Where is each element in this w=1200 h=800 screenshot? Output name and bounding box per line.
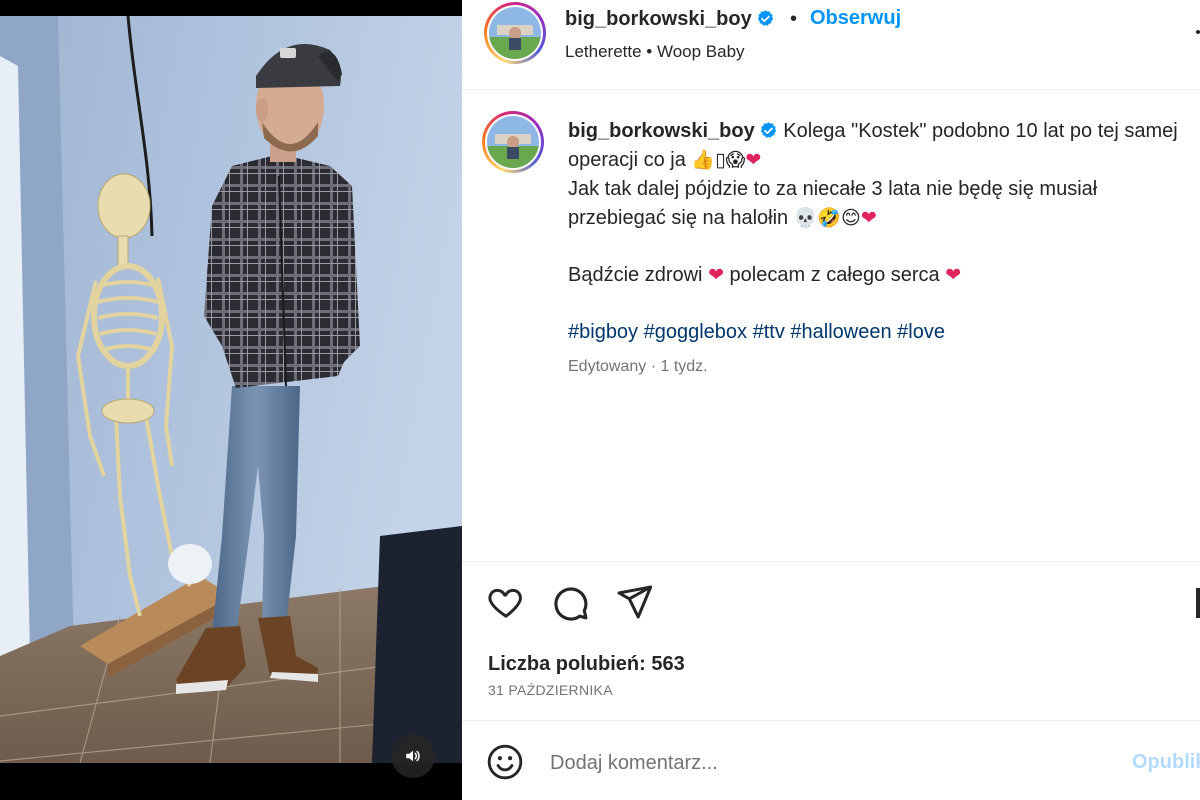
- more-options-icon[interactable]: [1192, 22, 1200, 42]
- paper-plane-icon[interactable]: [614, 582, 654, 622]
- post-actions: Liczba polubień: 563 31 PAŹDZIERNIKA: [462, 561, 1200, 721]
- post-date: 31 PAŹDZIERNIKA: [488, 682, 613, 698]
- caption-text-line-3a: Bądźcie zdrowi: [568, 264, 709, 286]
- comment-bar: Opublikuj: [462, 720, 1200, 800]
- caption-text-line-3b: polecam z całego serca: [723, 264, 946, 286]
- caption-author-avatar[interactable]: [482, 111, 544, 173]
- heart-emoji: ❤: [945, 264, 962, 286]
- post-media[interactable]: [0, 0, 462, 800]
- caption-paragraph-3: Bądźcie zdrowi ❤ polecam z całego serca …: [568, 261, 1188, 290]
- post-header: big_borkowski_boy • Obserwuj Letherette …: [462, 0, 1200, 90]
- follow-button[interactable]: Obserwuj: [810, 7, 901, 30]
- caption-emoji-group-2: 💀🤣😊: [793, 207, 861, 229]
- caption-meta: Edytowany · 1 tydz.: [568, 358, 708, 375]
- separator-dot: •: [790, 8, 798, 30]
- caption-hashtags[interactable]: #bigboy #gogglebox #ttv #halloween #love: [568, 318, 1188, 347]
- media-bottom-bar: [0, 763, 462, 800]
- caption-emoji-group-1: 👍▯😱: [691, 149, 746, 171]
- comment-input[interactable]: [550, 745, 1110, 781]
- caption-username[interactable]: big_borkowski_boy: [568, 120, 755, 142]
- smiley-icon[interactable]: [486, 743, 524, 781]
- heart-emoji: ❤: [745, 149, 762, 171]
- bookmark-icon[interactable]: [1196, 588, 1200, 618]
- heart-emoji: ❤: [708, 264, 724, 286]
- author-username[interactable]: big_borkowski_boy: [565, 8, 775, 31]
- verified-badge-icon: [757, 10, 773, 26]
- avatar-image: [489, 7, 541, 59]
- publish-comment-button[interactable]: Opublikuj: [1132, 751, 1200, 774]
- author-avatar[interactable]: [484, 2, 546, 64]
- post-photo: [0, 16, 462, 763]
- avatar-image: [487, 116, 539, 168]
- caption-paragraph-2: Jak tak dalej pójdzie to za niecałe 3 la…: [568, 175, 1188, 233]
- mute-toggle-button[interactable]: [391, 734, 435, 778]
- audio-track-link[interactable]: Letherette • Woop Baby: [565, 42, 745, 62]
- post-caption: big_borkowski_boy Kolega "Kostek" podobn…: [568, 117, 1188, 347]
- verified-badge-icon: [760, 122, 776, 138]
- speaker-icon: [406, 750, 420, 762]
- heart-emoji: ❤: [860, 207, 877, 229]
- heart-icon[interactable]: [486, 582, 526, 622]
- media-top-bar: [0, 0, 462, 16]
- caption-paragraph-1: big_borkowski_boy Kolega "Kostek" podobn…: [568, 117, 1188, 175]
- comment-icon[interactable]: [550, 582, 590, 622]
- post-side-panel: big_borkowski_boy • Obserwuj Letherette …: [462, 0, 1200, 800]
- like-count[interactable]: Liczba polubień: 563: [488, 653, 685, 676]
